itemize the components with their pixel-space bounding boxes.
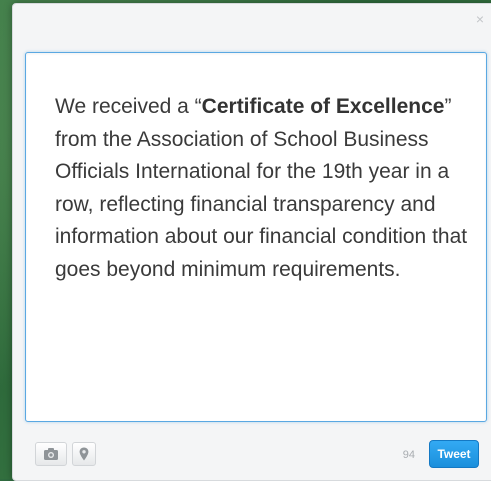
tweet-button[interactable]: Tweet xyxy=(429,440,479,468)
location-pin-icon xyxy=(79,447,89,461)
camera-icon xyxy=(44,448,58,460)
message-text-end: ” from the Association of School Busines… xyxy=(55,95,468,281)
tweet-toolbar: 94 Tweet xyxy=(25,440,487,470)
character-counter: 94 xyxy=(402,449,415,461)
message-text-start: We received a “ xyxy=(55,95,202,118)
add-photo-button[interactable] xyxy=(35,442,67,466)
message-bold-text: Certificate of Excellence xyxy=(201,95,445,118)
close-icon[interactable]: × xyxy=(473,12,487,26)
tweet-textarea[interactable]: We received a “Certificate of Excellence… xyxy=(25,52,487,422)
tweet-dialog: × We received a “Certificate of Excellen… xyxy=(12,3,491,481)
add-location-button[interactable] xyxy=(72,442,96,466)
